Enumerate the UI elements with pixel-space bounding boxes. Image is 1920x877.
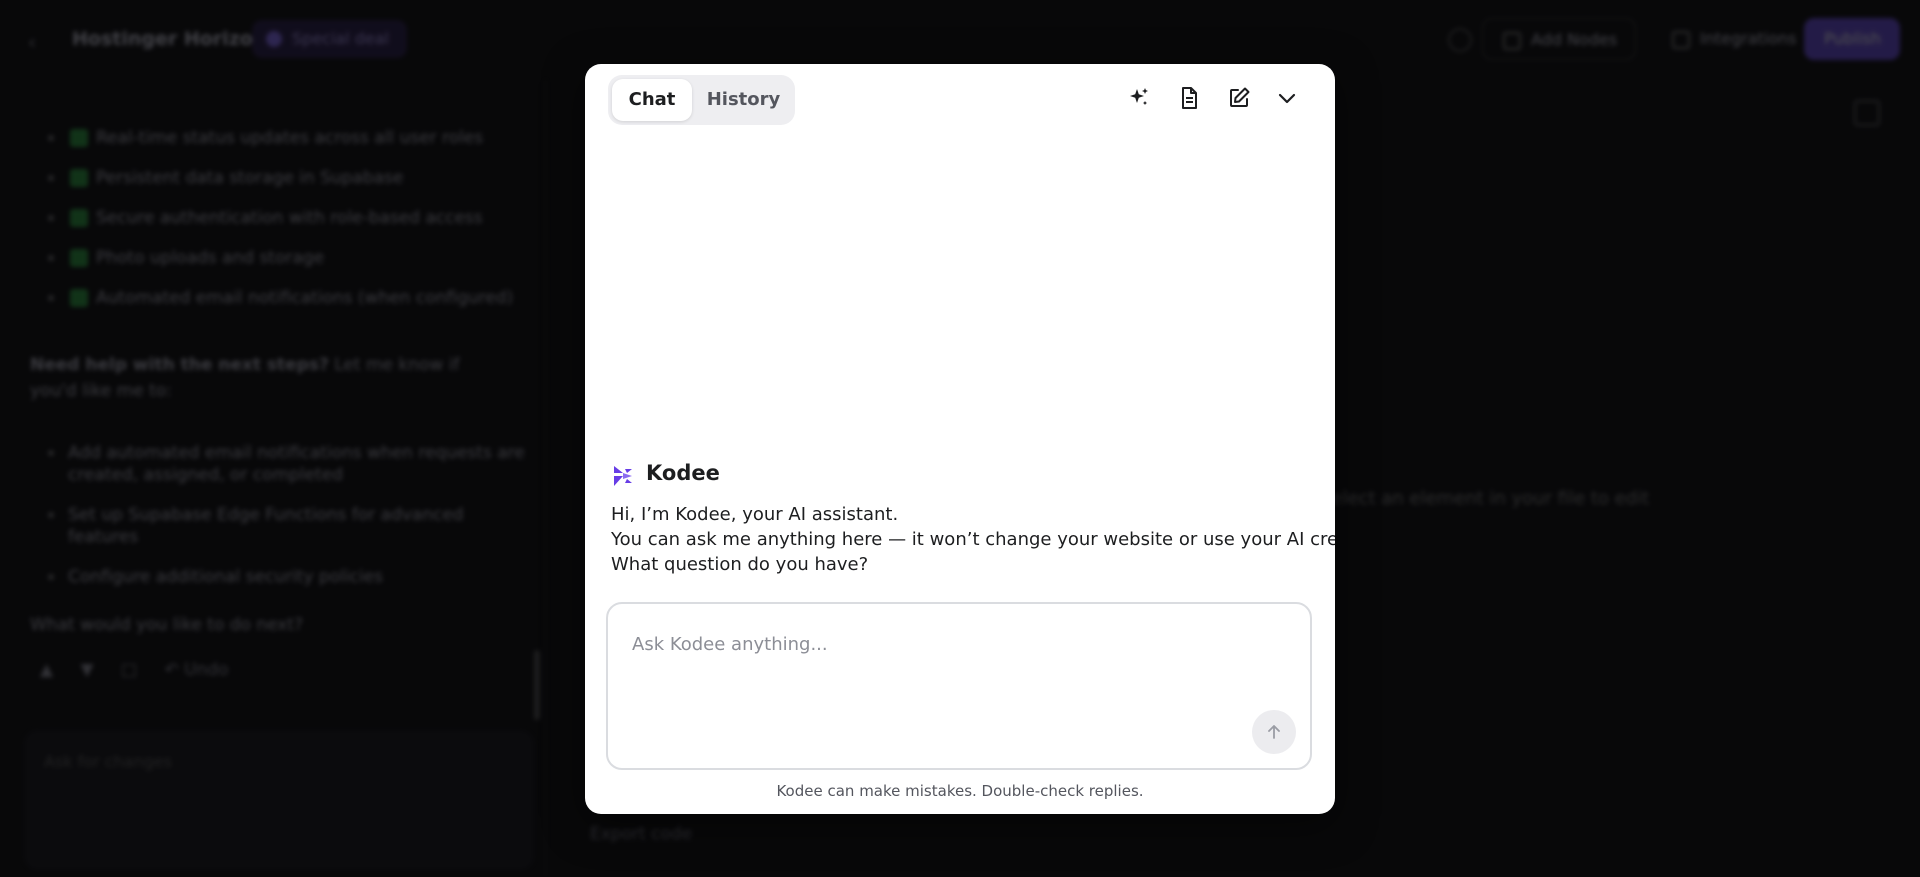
- kodee-logo-icon: [614, 466, 632, 486]
- message-line: Hi, I’m Kodee, your AI assistant.: [611, 504, 899, 525]
- chevron-down-icon[interactable]: [1271, 82, 1303, 114]
- send-button[interactable]: [1252, 710, 1296, 754]
- assistant-message: Hi, I’m Kodee, your AI assistant. You ca…: [611, 502, 1335, 577]
- sparkle-icon[interactable]: [1123, 82, 1155, 114]
- ask-kodee-input[interactable]: [632, 624, 1232, 664]
- disclaimer-text: Kodee can make mistakes. Double-check re…: [776, 782, 1144, 800]
- tab-switcher: Chat History: [608, 75, 795, 125]
- message-line: What question do you have?: [611, 554, 869, 575]
- tab-chat[interactable]: Chat: [612, 79, 692, 121]
- arrow-up-icon: [1268, 725, 1280, 739]
- new-chat-icon[interactable]: [1223, 82, 1255, 114]
- message-line: You can ask me anything here — it won’t …: [611, 529, 1335, 550]
- assistant-name: Kodee: [646, 461, 720, 485]
- ask-kodee-box: [606, 602, 1312, 770]
- kodee-chat-dialog: Chat History Kodee Hi, I’m Kodee, your A…: [585, 64, 1335, 814]
- document-icon[interactable]: [1173, 82, 1205, 114]
- tab-history[interactable]: History: [696, 79, 791, 121]
